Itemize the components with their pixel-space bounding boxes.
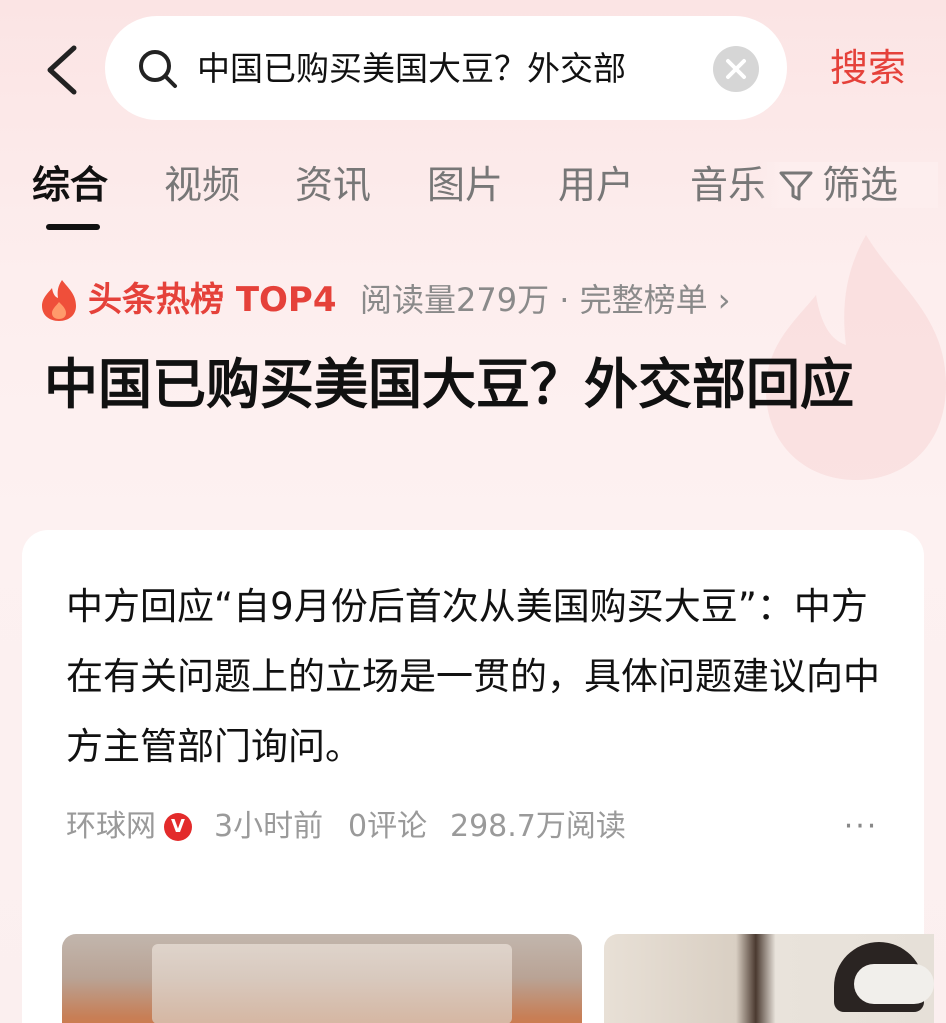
clear-search-button[interactable]	[713, 46, 759, 92]
filter-icon	[779, 171, 813, 201]
close-icon	[726, 59, 746, 79]
search-bar[interactable]: 中国已购买美国大豆？外交部	[105, 16, 787, 120]
search-button[interactable]: 搜索	[808, 40, 928, 96]
thumbnail-content	[152, 944, 512, 1023]
back-arrow-icon	[47, 45, 77, 95]
tab-video[interactable]: 视频	[164, 162, 240, 208]
article-meta: 环球网 V 3小时前 0评论 298.7万阅读 ···	[66, 805, 896, 849]
publish-time: 3小时前	[214, 809, 324, 844]
thumbnail-figure-detail	[854, 964, 934, 1004]
source-name[interactable]: 环球网	[66, 805, 156, 849]
filter-button[interactable]: 筛选	[758, 162, 938, 208]
category-tabs: 综合 视频 资讯 图片 用户 音乐 筛选	[0, 150, 946, 240]
tab-comprehensive[interactable]: 综合	[32, 162, 108, 208]
article-thumbnail[interactable]	[604, 934, 934, 1023]
topic-headline[interactable]: 中国已购买美国大豆？外交部回应	[44, 346, 874, 424]
article-text[interactable]: 中方回应“自9月份后首次从美国购买大豆”：中方在有关问题上的立场是一贯的，具体问…	[66, 572, 896, 782]
hot-list-meta[interactable]: 阅读量279万 · 完整榜单 ›	[360, 278, 731, 322]
active-tab-indicator	[46, 224, 100, 230]
more-options-button[interactable]: ···	[836, 805, 886, 849]
comment-count: 0评论	[348, 809, 428, 844]
filter-label: 筛选	[822, 163, 899, 207]
tab-news[interactable]: 资讯	[295, 162, 371, 208]
hot-list-row[interactable]: 头条热榜 TOP4 阅读量279万 · 完整榜单 ›	[40, 278, 900, 322]
back-button[interactable]	[40, 40, 90, 100]
article-thumbnail[interactable]	[62, 934, 582, 1023]
tab-users[interactable]: 用户	[558, 162, 634, 208]
article-card[interactable]: 中方回应“自9月份后首次从美国购买大豆”：中方在有关问题上的立场是一贯的，具体问…	[22, 530, 934, 1023]
hot-list-title: 头条热榜 TOP4	[88, 280, 337, 320]
verified-badge-icon: V	[164, 813, 192, 841]
tab-images[interactable]: 图片	[427, 162, 503, 208]
search-icon	[139, 50, 177, 88]
fire-icon	[42, 280, 76, 321]
read-count: 298.7万阅读	[450, 809, 626, 844]
search-input[interactable]: 中国已购买美国大豆？外交部	[197, 46, 689, 92]
